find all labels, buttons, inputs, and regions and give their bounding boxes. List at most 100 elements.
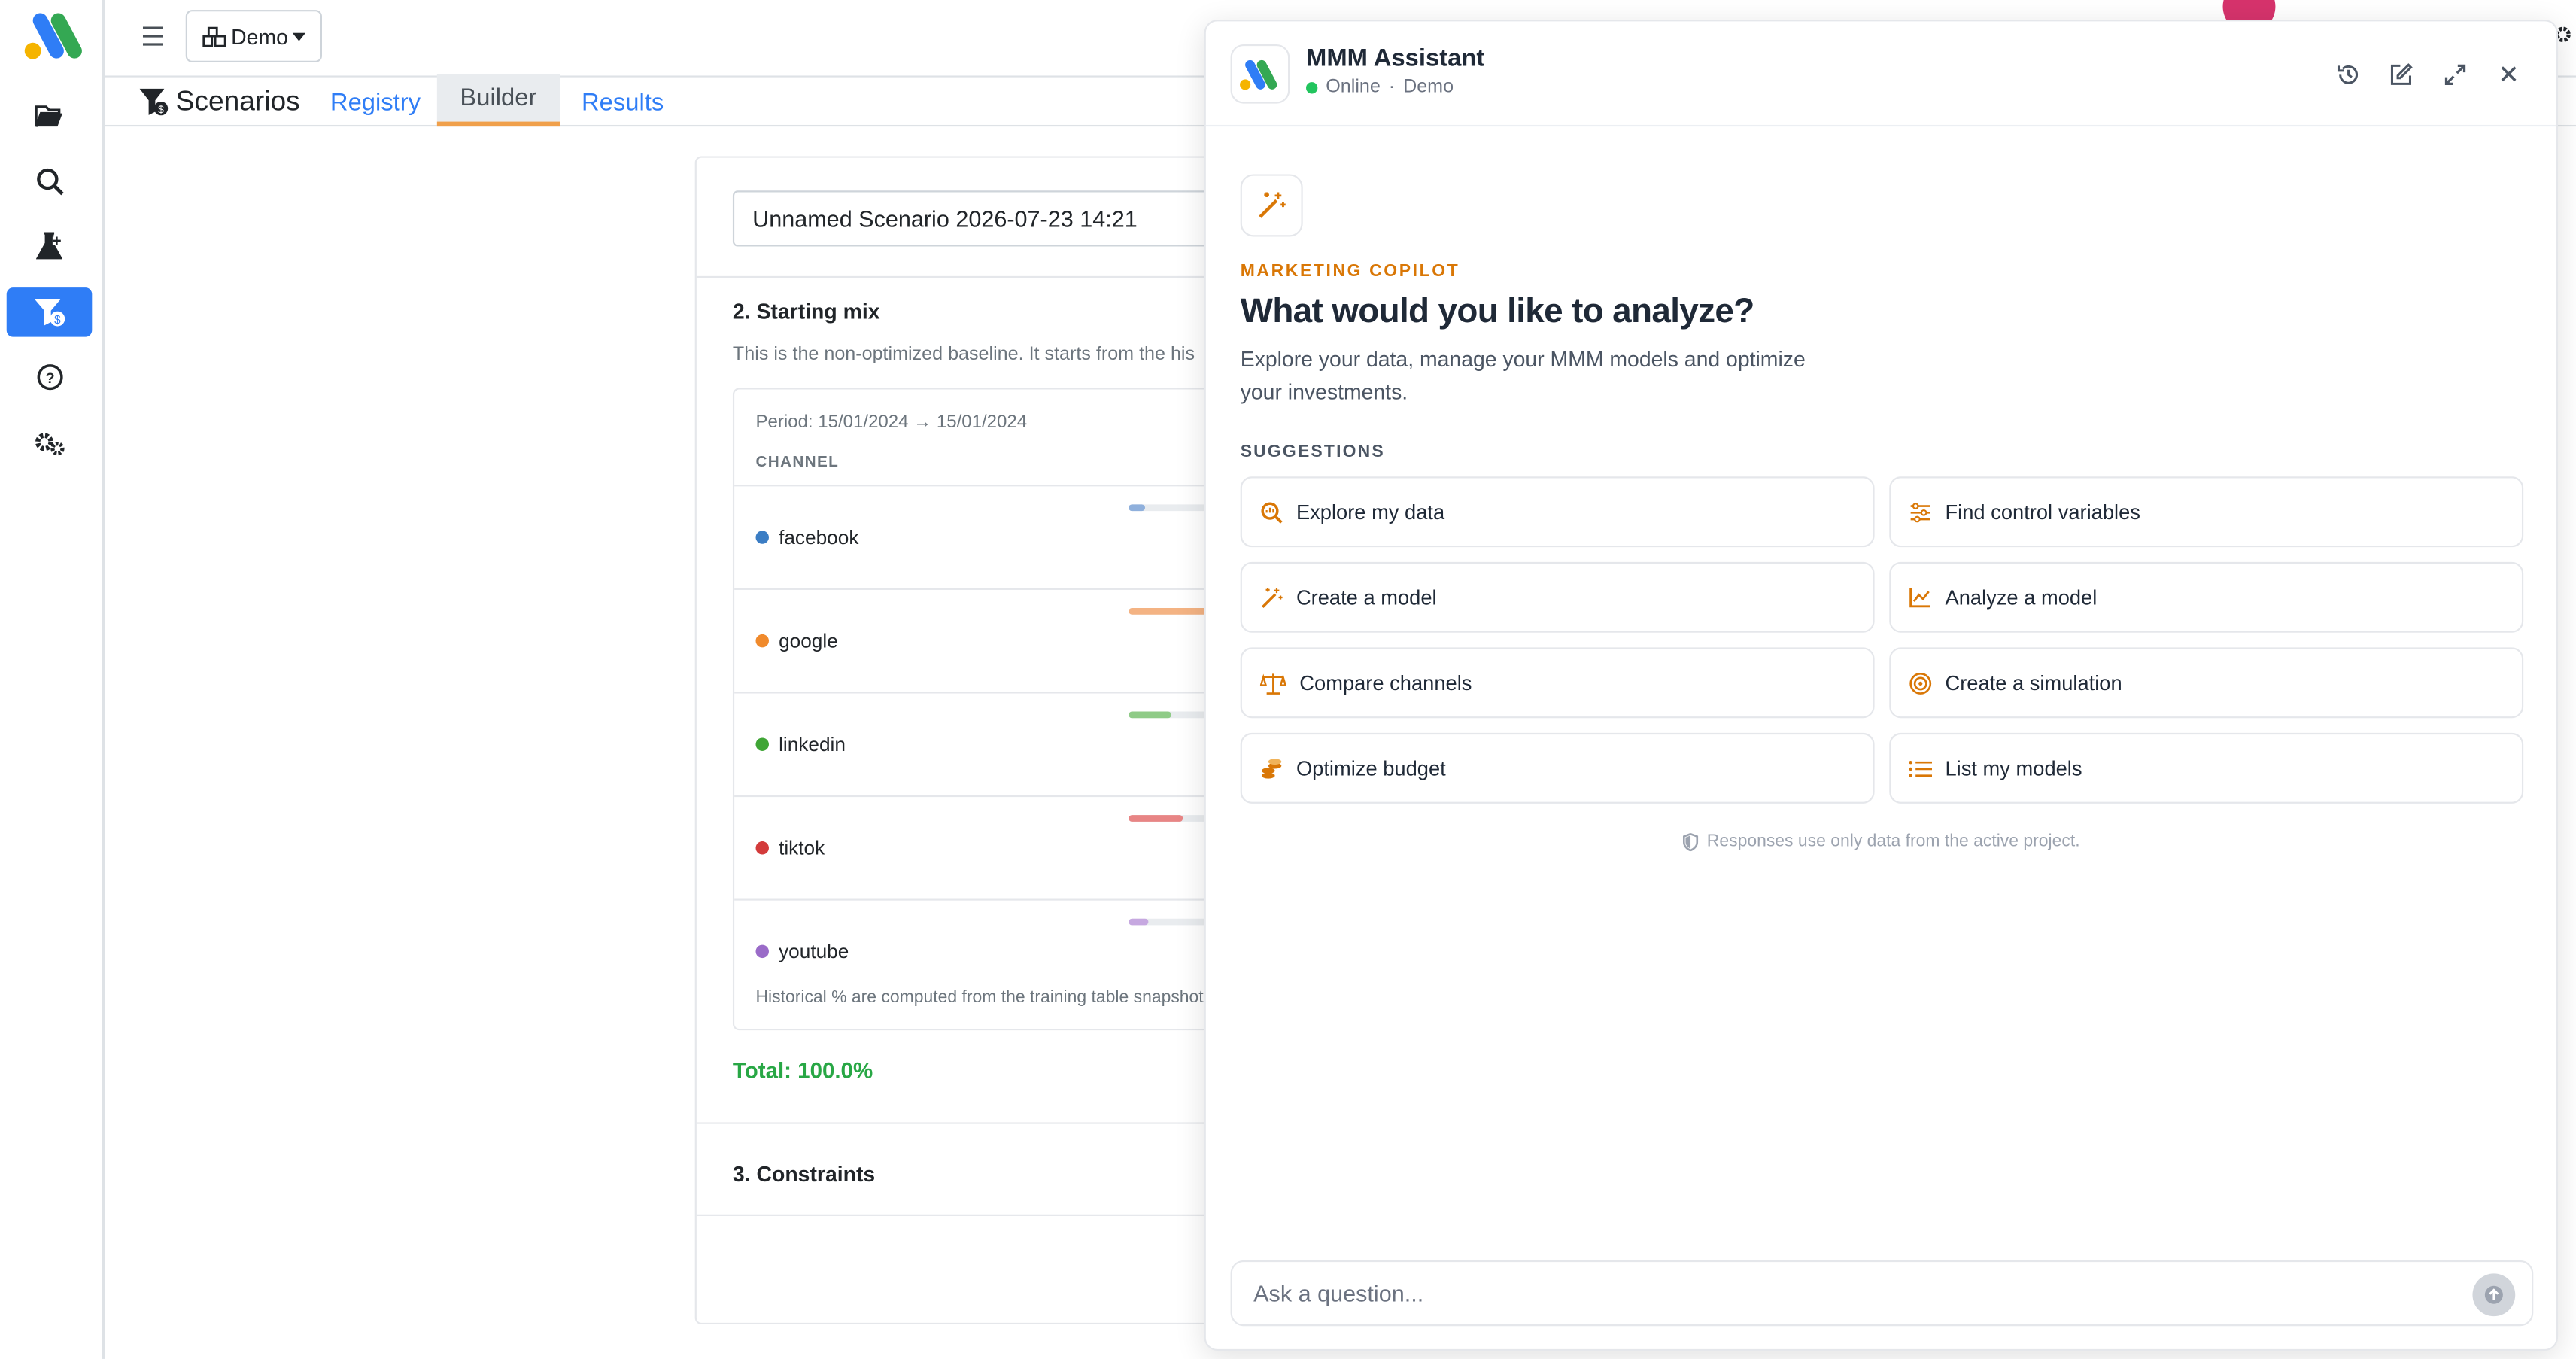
data-scope-note: Responses use only data from the active … — [1206, 832, 2556, 851]
target-icon — [1909, 671, 1932, 695]
channel-row: tiktok — [734, 795, 1257, 899]
channel-row: google — [734, 588, 1257, 692]
assistant-header: MMM Assistant Online · Demo — [1205, 21, 2556, 127]
scenarios-title: $ Scenarios — [138, 78, 300, 127]
close-button[interactable] — [2494, 59, 2523, 89]
sidebar-item-scenarios[interactable]: $ — [6, 287, 93, 337]
history-icon — [2336, 64, 2357, 84]
channel-row: linkedin — [734, 692, 1257, 795]
sidebar-item-models[interactable] — [7, 222, 93, 272]
help-circle-icon: ? — [36, 363, 62, 390]
balance-scale-icon — [1259, 671, 1286, 695]
svg-text:?: ? — [45, 369, 54, 386]
tab-registry[interactable]: Registry — [330, 78, 421, 127]
section-constraints-title: 3. Constraints — [732, 1161, 876, 1187]
expand-icon — [2444, 63, 2465, 84]
assistant-panel: MMM Assistant Online · Demo MARKETING CO… — [1204, 20, 2559, 1351]
edit-icon — [2389, 62, 2412, 84]
historical-share-fill — [1129, 607, 1208, 615]
historical-share-fill — [1129, 918, 1149, 926]
scenarios-title-label: Scenarios — [175, 85, 300, 117]
section-starting-mix-title: 2. Starting mix — [732, 299, 880, 324]
online-indicator — [1306, 81, 1318, 93]
channel-color-dot — [755, 841, 769, 855]
app-logo — [24, 13, 82, 59]
question-input[interactable]: Ask a question... — [1230, 1260, 2534, 1327]
line-chart-icon — [1909, 587, 1932, 608]
coins-icon — [1260, 757, 1283, 780]
assistant-subtitle: Explore your data, manage your MMM model… — [1240, 346, 1806, 404]
project-selector[interactable]: Demo — [185, 10, 323, 62]
assistant-heading: What would you like to analyze? — [1240, 292, 1755, 330]
channel-column-header: CHANNEL — [755, 453, 840, 472]
tab-builder[interactable]: Builder — [436, 74, 560, 127]
suggestion-button[interactable]: Explore my data — [1240, 476, 1875, 548]
assistant-title: MMM Assistant — [1306, 44, 1485, 73]
funnel-dollar-icon: $ — [34, 299, 65, 327]
suggestion-button[interactable]: Compare channels — [1240, 647, 1875, 719]
channel-name: facebook — [779, 525, 859, 549]
search-data-icon — [1260, 500, 1283, 524]
sidebar-item-help[interactable]: ? — [7, 351, 93, 401]
historical-share-fill — [1129, 504, 1146, 512]
channel-name: youtube — [779, 940, 849, 963]
historical-footnote: Historical % are computed from the train… — [755, 987, 1204, 1008]
question-input-placeholder: Ask a question... — [1253, 1280, 1424, 1307]
search-icon — [36, 167, 63, 195]
suggestion-label: Create a simulation — [1945, 671, 2122, 695]
suggestion-button[interactable]: Create a model — [1240, 561, 1875, 633]
data-scope-note-text: Responses use only data from the active … — [1706, 831, 2080, 852]
channel-row: facebook — [734, 485, 1257, 588]
assistant-status: Online · Demo — [1306, 78, 1454, 97]
channel-name: google — [779, 629, 838, 652]
copilot-kicker: MARKETING COPILOT — [1240, 261, 1460, 281]
scenario-name-input[interactable]: Unnamed Scenario 2026-07-23 14:21 — [732, 190, 1259, 247]
separator-dot: · — [1388, 77, 1396, 97]
folder-open-icon — [35, 105, 62, 127]
arrow-up-icon — [2484, 1285, 2503, 1304]
scenario-builder-card: Unnamed Scenario 2026-07-23 14:21 2. Sta… — [694, 156, 1259, 1325]
project-selector-label: Demo — [231, 23, 288, 49]
app-logo — [1240, 59, 1277, 90]
suggestion-label: Explore my data — [1296, 500, 1445, 524]
suggestion-button[interactable]: Find control variables — [1889, 476, 2524, 548]
channel-color-dot — [755, 531, 769, 544]
suggestion-label: Create a model — [1296, 585, 1437, 610]
flask-icon — [36, 232, 62, 260]
svg-text:$: $ — [158, 104, 164, 116]
assistant-logo — [1230, 44, 1290, 104]
suggestion-label: Analyze a model — [1945, 585, 2098, 610]
suggestion-label: Optimize budget — [1296, 756, 1446, 780]
sidebar-item-projects[interactable] — [7, 90, 93, 140]
suggestions-label: SUGGESTIONS — [1240, 442, 1385, 462]
sidebar: $ ? — [0, 0, 105, 1359]
svg-text:$: $ — [54, 314, 61, 327]
total-percentage: Total: 100.0% — [732, 1058, 873, 1084]
close-icon — [2501, 66, 2517, 82]
suggestion-button[interactable]: Create a simulation — [1889, 647, 2524, 719]
channel-color-dot — [755, 737, 769, 751]
new-chat-button[interactable] — [2386, 59, 2415, 89]
channel-color-dot — [755, 634, 769, 648]
list-icon — [1909, 759, 1933, 778]
sidebar-item-explore[interactable] — [7, 156, 93, 205]
shield-icon — [1682, 832, 1699, 851]
period-label: Period: 15/01/2024 → 15/01/2024 — [755, 412, 1028, 433]
menu-toggle-icon[interactable] — [141, 21, 165, 50]
app-root: $ ? Demo $ Scenarios Registry Builder Re… — [0, 0, 2576, 1359]
section-starting-mix-description: This is the non-optimized baseline. It s… — [732, 345, 1195, 365]
history-button[interactable] — [2333, 59, 2362, 89]
suggestion-button[interactable]: Analyze a model — [1889, 561, 2524, 633]
sliders-icon — [1909, 502, 1932, 522]
status-label: Online — [1326, 77, 1381, 97]
channel-name: linkedin — [779, 732, 846, 756]
suggestion-button[interactable]: Optimize budget — [1240, 732, 1875, 804]
send-button[interactable] — [2472, 1273, 2516, 1317]
starting-mix-table: Period: 15/01/2024 → 15/01/2024 CHANNEL … — [732, 388, 1259, 1031]
sidebar-item-settings[interactable] — [7, 419, 93, 469]
tab-results[interactable]: Results — [582, 78, 664, 127]
historical-share-fill — [1129, 815, 1183, 822]
suggestion-button[interactable]: List my models — [1889, 732, 2524, 804]
expand-button[interactable] — [2440, 59, 2469, 89]
funnel-dollar-icon: $ — [139, 88, 169, 116]
